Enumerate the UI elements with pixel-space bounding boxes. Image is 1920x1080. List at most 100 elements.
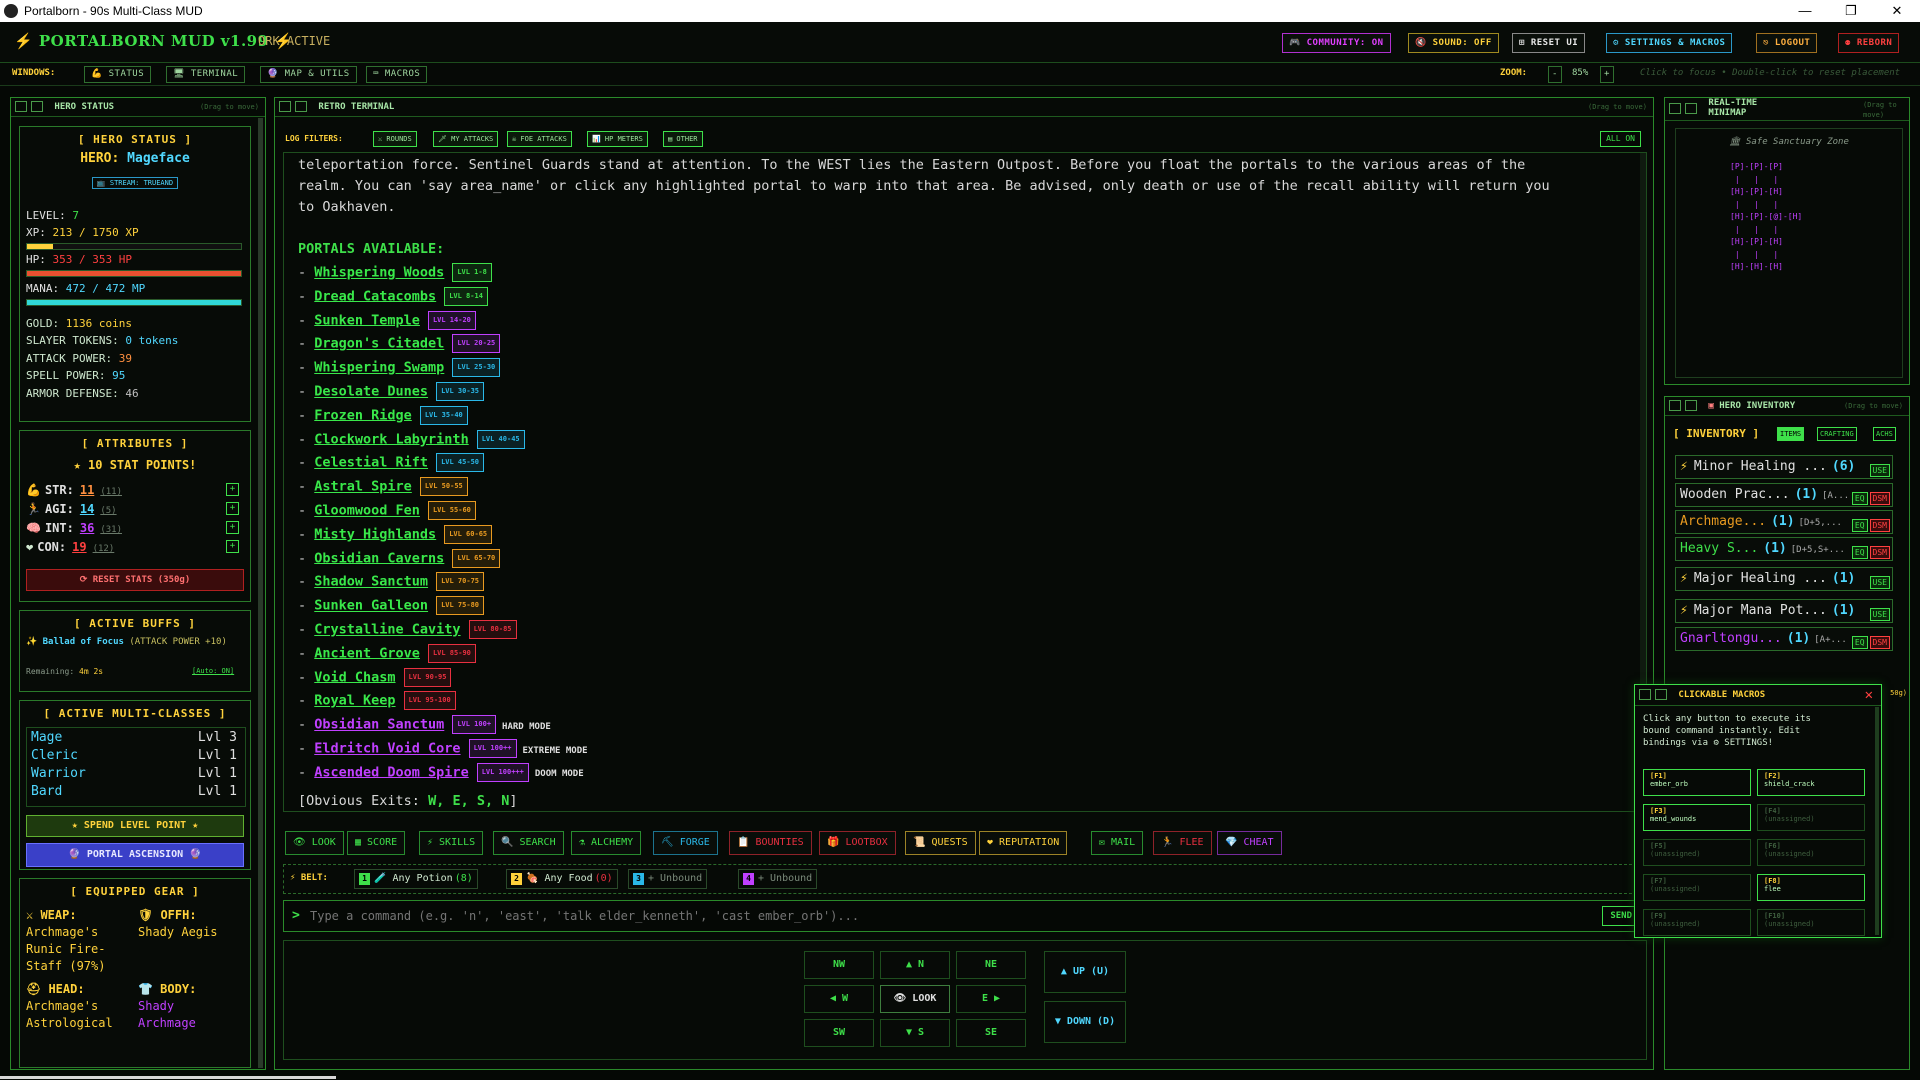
minimize-icon[interactable] bbox=[1669, 102, 1681, 114]
belt-slot[interactable]: 4 + Unbound bbox=[738, 869, 818, 889]
head-line-2[interactable]: Astrological bbox=[26, 1015, 113, 1032]
pin-icon[interactable] bbox=[1685, 102, 1697, 114]
portal-link[interactable]: Royal Keep bbox=[314, 693, 395, 709]
minimize-icon[interactable] bbox=[1669, 400, 1681, 411]
stat-plus-button[interactable]: + bbox=[226, 483, 239, 496]
portal-link[interactable]: Astral Spire bbox=[314, 479, 412, 495]
spend-level-point-button[interactable]: ★ SPEND LEVEL POINT ★ bbox=[26, 815, 244, 837]
portal-link[interactable]: Dread Catacombs bbox=[314, 288, 436, 304]
community-button[interactable]: 🎮 COMMUNITY: ON bbox=[1282, 33, 1391, 53]
macro-button[interactable]: [F10] (unassigned) bbox=[1757, 909, 1865, 936]
minimize-button[interactable]: — bbox=[1782, 0, 1828, 22]
reborn-button[interactable]: ⚉ REBORN bbox=[1838, 33, 1900, 53]
equip-button[interactable]: EQ bbox=[1851, 492, 1868, 505]
inventory-item[interactable]: ⚡ Minor Healing ... (6) USE bbox=[1675, 455, 1893, 479]
stat-plus-button[interactable]: + bbox=[226, 502, 239, 515]
buff-auto-toggle[interactable]: [Auto: ON] bbox=[192, 667, 234, 675]
inventory-item[interactable]: ⚡ Major Mana Pot... (1) USE bbox=[1675, 599, 1893, 623]
portal-link[interactable]: Crystalline Cavity bbox=[314, 622, 460, 638]
nav-e-button[interactable]: E ▶ bbox=[956, 985, 1026, 1013]
portal-link[interactable]: Desolate Dunes bbox=[314, 384, 428, 400]
close-window-button[interactable]: ✕ bbox=[1874, 0, 1920, 22]
weapon-line-1[interactable]: Archmage's bbox=[26, 924, 105, 941]
portal-link[interactable]: Eldritch Void Core bbox=[314, 741, 460, 757]
all-on-button[interactable]: ALL ON bbox=[1600, 131, 1641, 147]
action-button[interactable]: ▦ SCORE bbox=[347, 831, 406, 855]
portal-link[interactable]: Ascended Doom Spire bbox=[314, 764, 468, 780]
zoom-out-button[interactable]: - bbox=[1548, 66, 1562, 83]
inventory-item[interactable]: Heavy S... (1) [D+5,S+... EQ DSM bbox=[1675, 537, 1893, 561]
dismantle-button[interactable]: DSM bbox=[1869, 519, 1890, 532]
inventory-item[interactable]: Archmage... (1) [D+5,... EQ DSM bbox=[1675, 510, 1893, 534]
terminal-titlebar[interactable]: RETRO TERMINAL (Drag to move) bbox=[275, 98, 1653, 117]
macro-button[interactable]: [F4] (unassigned) bbox=[1757, 804, 1865, 831]
macro-button[interactable]: [F7] (unassigned) bbox=[1643, 874, 1751, 901]
weapon-line-3[interactable]: Staff (97%) bbox=[26, 958, 105, 975]
window-toggle-terminal[interactable]: 🖥 TERMINAL bbox=[166, 66, 246, 83]
body-line-2[interactable]: Archmage bbox=[138, 1015, 196, 1032]
log-filter-toggle[interactable]: 📊 HP METERS bbox=[587, 131, 648, 147]
belt-slot[interactable]: 1 🧪 Any Potion (8) bbox=[354, 869, 478, 889]
window-toggle-status[interactable]: 💪 STATUS bbox=[84, 66, 152, 83]
portal-link[interactable]: Void Chasm bbox=[314, 669, 395, 685]
sound-button[interactable]: 🔇 SOUND: OFF bbox=[1408, 33, 1499, 53]
dismantle-button[interactable]: DSM bbox=[1869, 492, 1890, 505]
minimap-titlebar[interactable]: REAL-TIME MINIMAP (Drag to move) bbox=[1665, 98, 1909, 121]
nav-ne-button[interactable]: NE bbox=[956, 951, 1026, 979]
nav-sw-button[interactable]: SW bbox=[804, 1019, 874, 1047]
inventory-item[interactable]: ⚡ Major Healing ... (1) USE bbox=[1675, 567, 1893, 591]
nav-nw-button[interactable]: NW bbox=[804, 951, 874, 979]
nav-down-button[interactable]: ▼ DOWN (D) bbox=[1044, 1001, 1126, 1043]
macro-button[interactable]: [F3] mend_wounds bbox=[1643, 804, 1751, 831]
nav-look-button[interactable]: 👁 LOOK bbox=[880, 985, 950, 1013]
reset-ui-button[interactable]: ⊞ RESET UI bbox=[1512, 33, 1586, 53]
portal-link[interactable]: Gloomwood Fen bbox=[314, 503, 420, 519]
settings-macros-button[interactable]: ⚙ SETTINGS & MACROS bbox=[1606, 33, 1733, 53]
exits-list[interactable]: W, E, S, N bbox=[428, 793, 509, 809]
action-button[interactable]: 🎁 LOOTBOX bbox=[819, 831, 896, 855]
portal-link[interactable]: Frozen Ridge bbox=[314, 407, 412, 423]
action-button[interactable]: ⚡ SKILLS bbox=[419, 831, 484, 855]
terminal-log[interactable]: teleportation force. Sentinel Guards sta… bbox=[283, 152, 1647, 812]
weapon-line-2[interactable]: Runic Fire- bbox=[26, 941, 105, 958]
portal-link[interactable]: Shadow Sanctum bbox=[314, 574, 428, 590]
close-icon[interactable]: ✕ bbox=[1865, 685, 1873, 705]
zoom-in-button[interactable]: + bbox=[1600, 66, 1614, 83]
portal-link[interactable]: Whispering Woods bbox=[314, 265, 444, 281]
inventory-tab[interactable]: CRAFTING bbox=[1817, 427, 1857, 441]
action-button[interactable]: ✉ MAIL bbox=[1091, 831, 1144, 855]
portal-link[interactable]: Celestial Rift bbox=[314, 455, 428, 471]
pin-icon[interactable] bbox=[295, 101, 307, 112]
portal-link[interactable]: Obsidian Caverns bbox=[314, 550, 444, 566]
macro-button[interactable]: [F6] (unassigned) bbox=[1757, 839, 1865, 866]
action-button[interactable]: 👁 LOOK bbox=[285, 831, 344, 855]
portal-link[interactable]: Sunken Temple bbox=[314, 312, 420, 328]
portal-link[interactable]: Obsidian Sanctum bbox=[314, 717, 444, 733]
log-filter-toggle[interactable]: 🗡 MY ATTACKS bbox=[433, 131, 499, 147]
portal-link[interactable]: Whispering Swamp bbox=[314, 360, 444, 376]
macros-scrollbar[interactable] bbox=[1875, 707, 1879, 935]
reset-stats-button[interactable]: ⟳ RESET STATS (350g) bbox=[26, 569, 244, 591]
log-filter-toggle[interactable]: ☠ FOE ATTACKS bbox=[507, 131, 572, 147]
pin-icon[interactable] bbox=[31, 101, 43, 112]
action-button[interactable]: ⛏ FORGE bbox=[653, 831, 718, 855]
hero-panel-scrollbar[interactable] bbox=[258, 118, 263, 1068]
use-button[interactable]: USE bbox=[1869, 464, 1890, 477]
minimize-icon[interactable] bbox=[1639, 689, 1651, 700]
nav-up-button[interactable]: ▲ UP (U) bbox=[1044, 951, 1126, 993]
equip-button[interactable]: EQ bbox=[1851, 546, 1868, 559]
belt-slot[interactable]: 3 + Unbound bbox=[628, 869, 708, 889]
dismantle-button[interactable]: DSM bbox=[1869, 546, 1890, 559]
pin-icon[interactable] bbox=[1655, 689, 1667, 700]
command-input[interactable] bbox=[308, 905, 1552, 927]
nav-w-button[interactable]: ◀ W bbox=[804, 985, 874, 1013]
action-button[interactable]: 📋 BOUNTIES bbox=[729, 831, 812, 855]
minimize-icon[interactable] bbox=[15, 101, 27, 112]
head-line-1[interactable]: Archmage's bbox=[26, 998, 113, 1015]
pin-icon[interactable] bbox=[1685, 400, 1697, 411]
window-toggle-macros[interactable]: ⌨ MACROS bbox=[366, 66, 428, 83]
window-toggle-map[interactable]: 🔮 MAP & UTILS bbox=[260, 66, 357, 83]
action-button[interactable]: 🏃 FLEE bbox=[1153, 831, 1212, 855]
log-filter-toggle[interactable]: ▤ OTHER bbox=[663, 131, 703, 147]
equip-button[interactable]: EQ bbox=[1851, 519, 1868, 532]
